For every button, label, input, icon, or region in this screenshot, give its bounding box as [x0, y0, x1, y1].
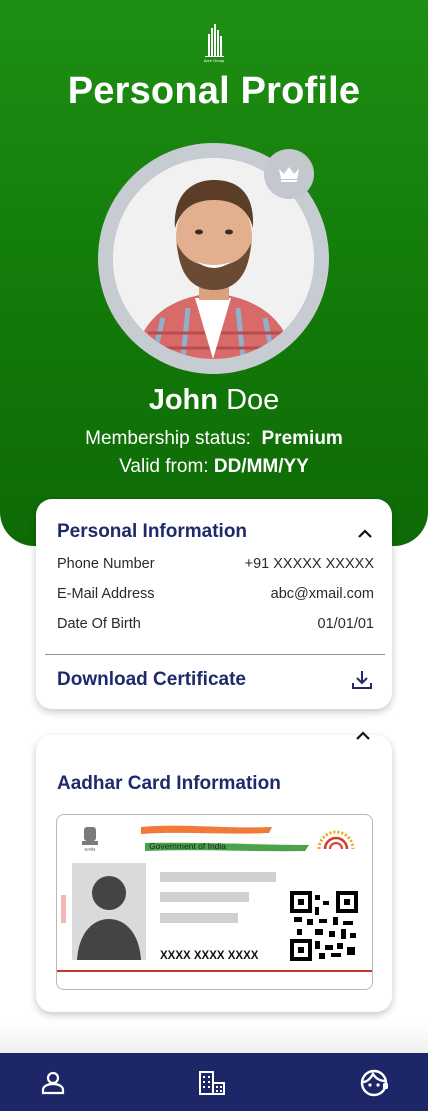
aadhar-title: Aadhar Card Information [57, 773, 281, 794]
user-name: John Doe [0, 384, 428, 417]
email-label: E-Mail Address [57, 586, 155, 602]
nav-support-button[interactable] [358, 1067, 390, 1099]
info-row-phone: Phone Number +91 XXXXX XXXXX [57, 556, 374, 572]
page-title: Personal Profile [67, 70, 361, 112]
last-name: Doe [226, 384, 280, 416]
nav-buildings-button[interactable] [196, 1067, 228, 1099]
dob-value: 01/01/01 [317, 616, 374, 632]
info-row-email: E-Mail Address abc@xmail.com [57, 586, 374, 602]
card-number: XXXX XXXX XXXX [160, 950, 259, 962]
gov-text: Government of India [149, 841, 226, 851]
personal-info-card: Personal Information Phone Number +91 XX… [36, 499, 392, 709]
aadhar-info-card: Aadhar Card Information सत्यमेव Governme… [36, 731, 392, 1012]
acre-group-logo: Acre Group [204, 24, 225, 63]
chevron-up-icon[interactable] [357, 529, 373, 539]
personal-info-title: Personal Information [57, 521, 248, 542]
aadhaar-logo-icon [317, 830, 355, 850]
phone-label: Phone Number [57, 556, 155, 572]
valid-value: DD/MM/YY [213, 456, 309, 477]
membership-status: Membership status: Premium [0, 428, 428, 450]
card-photo [61, 863, 146, 960]
phone-value: +91 XXXXX XXXXX [244, 556, 374, 572]
email-value: abc@xmail.com [270, 586, 374, 602]
crown-icon [279, 167, 299, 182]
profile-header: Acre Group Personal Profile John Doe Mem… [0, 0, 428, 546]
membership-label: Membership status: [85, 428, 251, 449]
aadhar-card-image: सत्यमेव Government of India XXXX XXXX XX… [56, 814, 373, 990]
nav-shadow [0, 1020, 428, 1054]
nav-profile-button[interactable] [37, 1067, 69, 1099]
building-icon [199, 1071, 225, 1095]
emblem-icon: सत्यमेव [82, 827, 98, 852]
info-row-dob: Date Of Birth 01/01/01 [57, 616, 374, 632]
valid-from: Valid from: DD/MM/YY [0, 456, 428, 478]
valid-label: Valid from: [119, 456, 209, 477]
qr-code [290, 891, 358, 961]
support-agent-icon [360, 1069, 388, 1097]
chevron-up-icon[interactable] [355, 731, 371, 741]
download-icon[interactable] [350, 668, 374, 692]
download-certificate-button[interactable]: Download Certificate [57, 669, 246, 691]
first-name: John [148, 384, 218, 416]
divider [45, 654, 385, 655]
bottom-nav [0, 1053, 428, 1111]
person-icon [41, 1071, 65, 1095]
dob-label: Date Of Birth [57, 616, 141, 632]
membership-value: Premium [261, 428, 343, 449]
svg-text:सत्यमेव: सत्यमेव [85, 847, 97, 852]
logo-text: Acre Group [204, 58, 225, 63]
premium-badge [264, 149, 314, 199]
